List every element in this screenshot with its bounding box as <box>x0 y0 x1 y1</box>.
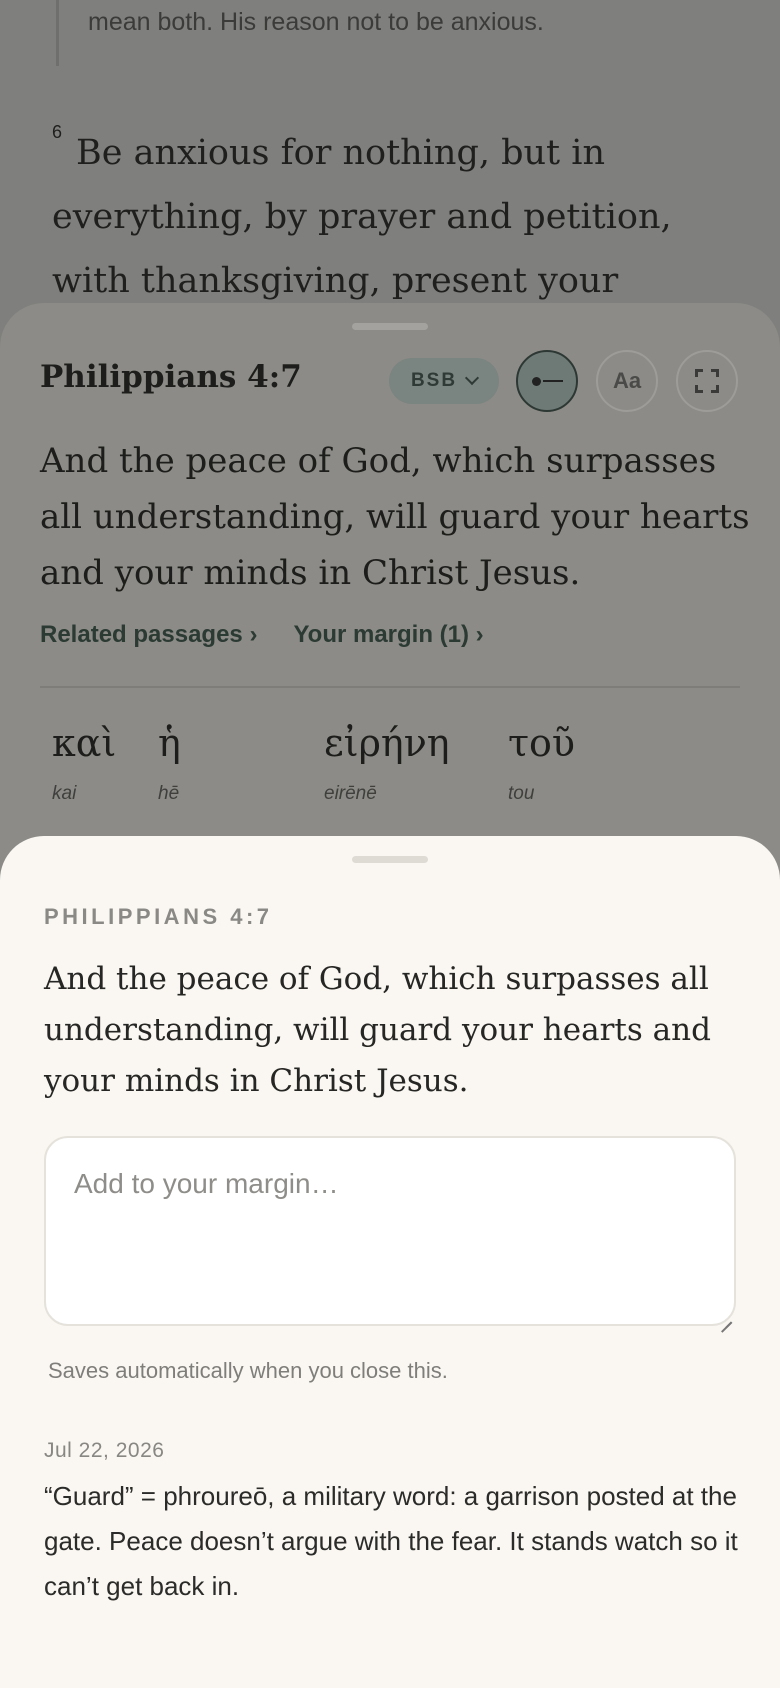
verse-text: Be anxious for nothing, but in everythin… <box>52 133 672 301</box>
autosave-hint: Saves automatically when you close this. <box>48 1358 448 1383</box>
fullscreen-button[interactable] <box>676 350 738 412</box>
transliteration: tou <box>508 783 535 804</box>
greek-word[interactable]: ἡ hē <box>158 721 181 805</box>
greek-text: τοῦ <box>508 721 576 765</box>
margin-note-input[interactable] <box>44 1136 736 1326</box>
transliteration: hē <box>158 783 180 804</box>
greek-word[interactable]: εἰρήνη eirēnē <box>324 721 450 805</box>
transliteration: kai <box>52 783 77 804</box>
note-date: Jul 22, 2026 <box>44 1439 165 1462</box>
verse-reference-label: PHILIPPIANS 4:7 <box>44 904 273 929</box>
margin-note[interactable]: “Guard” = phroureō, a military word: a g… <box>44 1474 744 1609</box>
sheet-drag-handle[interactable] <box>352 323 428 330</box>
translation-label: BSB <box>410 370 458 391</box>
greek-text: εἰρήνη <box>324 721 450 765</box>
verse-detail-text: And the peace of God, which surpasses al… <box>40 441 750 593</box>
verse-number: 6 <box>52 122 63 142</box>
greek-text: καὶ <box>52 721 117 765</box>
resize-handle-icon[interactable] <box>718 1308 732 1332</box>
margin-note-sheet: PHILIPPIANS 4:7 And the peace of God, wh… <box>0 836 780 1688</box>
reader-pane: mean both. His reason not to be anxious.… <box>0 0 780 340</box>
blockquote-bar <box>56 0 59 66</box>
greek-word[interactable]: τοῦ tou <box>508 721 575 805</box>
verse-text: And the peace of God, which surpasses al… <box>44 961 711 1099</box>
commentary-line: mean both. His reason not to be anxious. <box>88 8 544 36</box>
dot-line-icon <box>531 376 541 386</box>
transliteration: eirēnē <box>324 783 377 804</box>
sheet-drag-handle[interactable] <box>352 856 428 863</box>
fullscreen-icon <box>695 369 719 393</box>
related-passages-link[interactable]: Related passages › <box>40 621 257 649</box>
font-settings-button[interactable]: Aa <box>596 350 658 412</box>
greek-word[interactable]: καὶ kai <box>52 721 116 805</box>
chevron-down-icon <box>464 370 480 386</box>
translation-selector[interactable]: BSB <box>389 358 499 404</box>
interlinear-toggle-button[interactable] <box>516 350 578 412</box>
divider <box>40 686 740 688</box>
your-margin-link[interactable]: Your margin (1) › <box>293 621 483 649</box>
verse-links: Related passages › Your margin (1) › <box>40 621 484 649</box>
greek-text: ἡ <box>158 721 181 765</box>
verse-6[interactable]: 6Be anxious for nothing, but in everythi… <box>52 100 752 313</box>
verse-reference-title: Philippians 4:7 <box>40 359 302 395</box>
